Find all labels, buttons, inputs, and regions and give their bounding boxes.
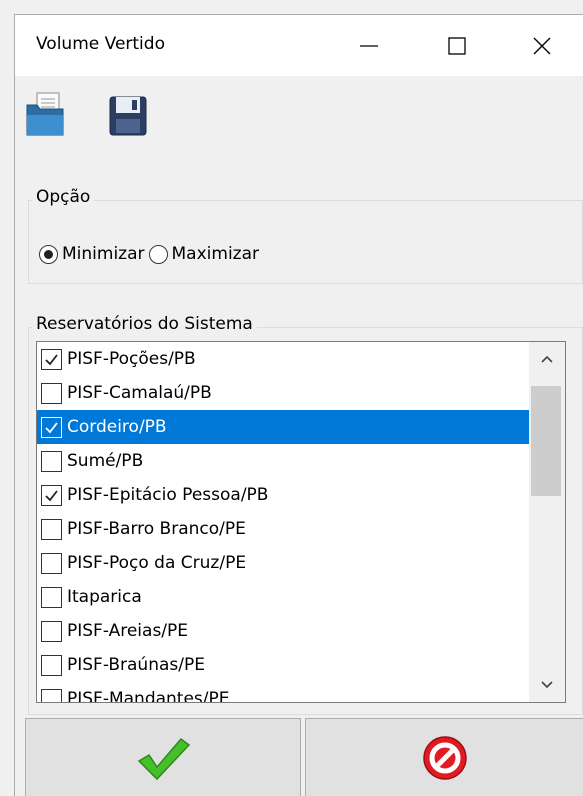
reservoirs-list: PISF-Poções/PB PISF-Camalaú/PB Cordeiro/… [37,342,529,703]
dialog-window: Volume Vertido Opção Minimizar Maximizar… [14,14,583,796]
list-item[interactable]: PISF-Barro Branco/PE [37,512,529,546]
window-title: Volume Vertido [36,34,165,54]
ok-button[interactable] [25,718,301,796]
list-item-label: PISF-Areias/PE [67,621,189,641]
minimize-icon [360,44,378,47]
reservoirs-group-label: Reservatórios do Sistema [32,314,257,334]
checkbox[interactable] [41,654,62,676]
chevron-down-icon [541,681,553,689]
checkbox[interactable] [41,586,62,608]
scroll-down-button[interactable] [529,668,565,702]
title-bar[interactable]: Volume Vertido [15,15,583,76]
list-item[interactable]: Itaparica [37,580,529,614]
list-item[interactable]: PISF-Mandantes/PE [37,682,529,703]
checkbox[interactable] [41,518,62,540]
list-item-label: Cordeiro/PB [67,417,167,437]
scrollbar-thumb[interactable] [531,386,561,496]
checkbox[interactable] [41,620,62,642]
list-item[interactable]: PISF-Epitácio Pessoa/PB [37,478,529,512]
cancel-button[interactable] [305,718,583,796]
radio-maximizar-label: Maximizar [171,244,259,264]
option-group-label: Opção [32,187,95,207]
list-item[interactable]: PISF-Braúnas/PE [37,648,529,682]
list-item[interactable]: PISF-Poções/PB [37,342,529,376]
checkbox[interactable] [41,348,62,370]
save-disk-icon[interactable] [108,91,148,139]
chevron-up-icon [541,355,553,363]
open-folder-icon[interactable] [25,91,65,139]
red-cancel-icon [422,735,467,780]
checkbox[interactable] [41,416,62,438]
list-item-label: PISF-Poções/PB [67,349,196,369]
check-icon [45,421,58,433]
checkbox[interactable] [41,552,62,574]
list-item[interactable]: PISF-Camalaú/PB [37,376,529,410]
list-item-label: PISF-Camalaú/PB [67,383,212,403]
radio-maximizar-dot[interactable] [148,244,168,264]
list-item[interactable]: PISF-Areias/PE [37,614,529,648]
list-item-label: PISF-Epitácio Pessoa/PB [67,485,269,505]
maximize-button[interactable] [415,15,499,76]
radio-minimizar-label: Minimizar [62,244,145,264]
check-icon [45,353,58,365]
radio-maximizar[interactable]: Maximizar [148,244,259,264]
maximize-icon [448,36,466,55]
check-icon [45,489,58,501]
list-item[interactable]: Sumé/PB [37,444,529,478]
list-item[interactable]: Cordeiro/PB [37,410,529,444]
reservoirs-listbox[interactable]: PISF-Poções/PB PISF-Camalaú/PB Cordeiro/… [36,341,566,703]
list-item-label: Itaparica [67,587,142,607]
list-item[interactable]: PISF-Poço da Cruz/PE [37,546,529,580]
list-item-label: PISF-Mandantes/PE [67,689,230,703]
option-group: Opção Minimizar Maximizar [28,187,583,284]
green-checkmark-icon [137,737,191,780]
radio-minimizar-dot[interactable] [39,244,58,264]
vertical-scrollbar[interactable] [529,342,565,702]
checkbox[interactable] [41,484,62,506]
checkbox[interactable] [41,688,62,702]
list-item-label: PISF-Braúnas/PE [67,655,205,675]
list-item-label: Sumé/PB [67,451,144,471]
list-item-label: PISF-Poço da Cruz/PE [67,553,247,573]
list-item-label: PISF-Barro Branco/PE [67,519,246,539]
checkbox[interactable] [41,382,62,404]
scroll-up-button[interactable] [529,342,565,376]
radio-minimizar[interactable]: Minimizar [39,244,145,264]
close-button[interactable] [500,15,583,76]
checkbox[interactable] [41,450,62,472]
close-icon [533,37,551,54]
minimize-button[interactable] [327,15,411,76]
